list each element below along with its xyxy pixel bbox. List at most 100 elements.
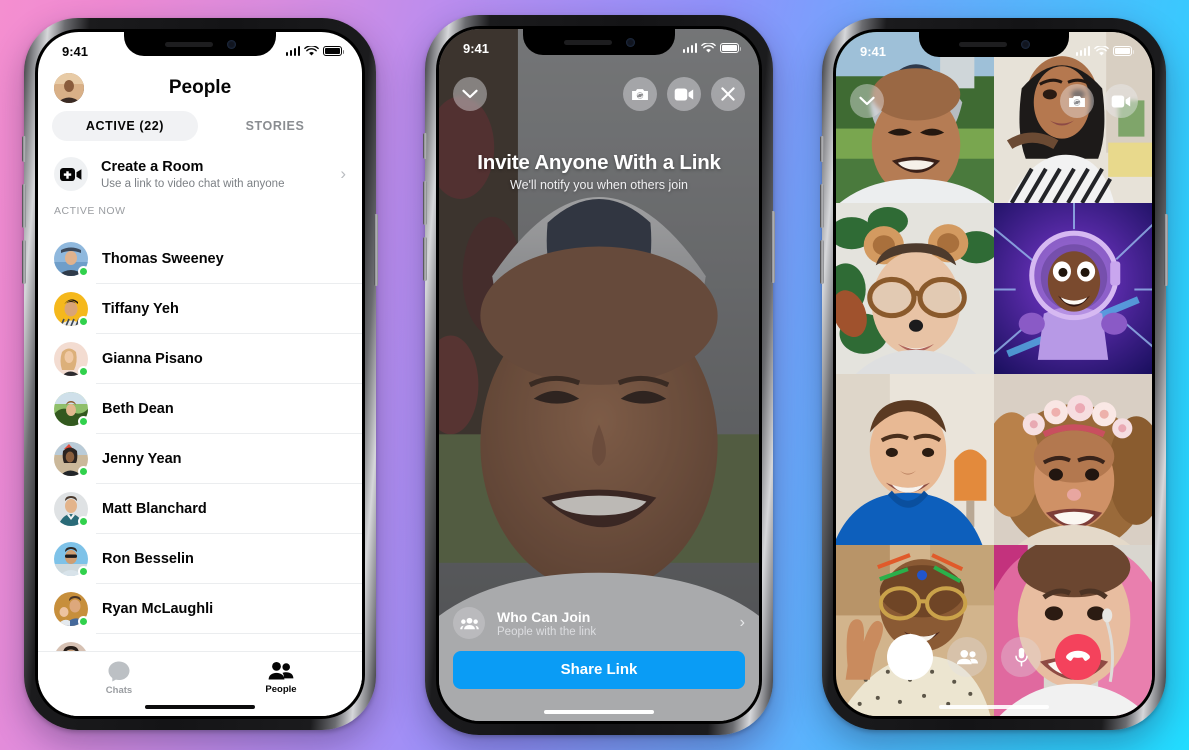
invite-bottom-panel: Who Can Join People with the link › Shar… (453, 607, 745, 689)
screen-left: 9:41 People ACTIVE (22) STORIES Create a… (38, 32, 362, 716)
home-indicator[interactable] (939, 704, 1049, 709)
avatar (54, 292, 89, 327)
online-status-dot (78, 316, 89, 327)
create-room-subtitle: Use a link to video chat with anyone (101, 177, 285, 190)
participant-tile[interactable] (836, 203, 994, 374)
participant-tile[interactable] (994, 545, 1152, 716)
participant-tile[interactable] (994, 374, 1152, 545)
list-item[interactable]: Beth Dean (38, 384, 362, 434)
home-indicator[interactable] (544, 709, 654, 714)
power-button[interactable] (1164, 214, 1168, 286)
tab-active[interactable]: ACTIVE (22) (52, 111, 198, 141)
contact-name: Tiffany Yeh (102, 301, 179, 317)
list-item[interactable]: Ryan McLaughli (38, 584, 362, 634)
chat-bubble-icon (108, 661, 130, 682)
tab-stories[interactable]: STORIES (202, 111, 348, 141)
status-bar-right: 9:41 (836, 32, 1152, 64)
avatar (54, 392, 89, 427)
participant-tile[interactable] (836, 374, 994, 545)
video-camera-icon[interactable] (1104, 84, 1138, 118)
phone-left: 9:41 People ACTIVE (22) STORIES Create a… (22, 18, 378, 730)
avatar (54, 342, 89, 377)
mute-switch[interactable] (22, 136, 26, 162)
participant-tile[interactable] (836, 545, 994, 716)
minimize-chevron-down-icon[interactable] (453, 77, 487, 111)
power-button[interactable] (374, 214, 378, 286)
create-room-row[interactable]: Create a Room Use a link to video chat w… (38, 149, 362, 203)
end-call-icon[interactable] (1055, 634, 1101, 680)
status-time: 9:41 (62, 43, 89, 59)
volume-down-button[interactable] (22, 240, 26, 284)
participant-tile[interactable] (994, 203, 1152, 374)
people-icon (268, 662, 294, 680)
flip-camera-icon[interactable] (623, 77, 657, 111)
invite-title: Invite Anyone With a Link (477, 151, 721, 174)
who-can-join-row[interactable]: Who Can Join People with the link › (453, 607, 745, 639)
list-item[interactable]: Thomas Sweeney (38, 234, 362, 284)
online-status-dot (78, 266, 89, 277)
camera-shutter-button[interactable] (887, 634, 933, 680)
contact-name: Matt Blanchard (102, 501, 207, 517)
call-top-controls (850, 84, 1138, 118)
volume-down-button[interactable] (423, 237, 427, 281)
video-camera-icon[interactable] (667, 77, 701, 111)
minimize-chevron-down-icon[interactable] (850, 84, 884, 118)
mute-switch[interactable] (423, 133, 427, 159)
avatar (54, 592, 89, 627)
screen-middle: 9:41 Invite Anyone With a Link We'll not… (439, 29, 759, 721)
phone-right: 9:41 (820, 18, 1168, 730)
tab-chats-label: Chats (105, 685, 133, 696)
who-can-join-subtitle: People with the link (497, 625, 597, 638)
wifi-icon (1094, 45, 1109, 56)
contact-name: Jenny Yean (102, 451, 182, 467)
list-item[interactable]: Tiffany Yeh (38, 284, 362, 334)
call-top-controls (453, 77, 745, 111)
online-status-dot (78, 516, 89, 527)
tab-people[interactable]: People (200, 652, 362, 704)
flip-camera-icon[interactable] (1060, 84, 1094, 118)
segment-tabs: ACTIVE (22) STORIES (38, 107, 362, 149)
online-status-dot (78, 566, 89, 577)
online-status-dot (78, 466, 89, 477)
wifi-icon (701, 42, 716, 53)
close-x-icon[interactable] (711, 77, 745, 111)
battery-full-icon (1113, 46, 1135, 56)
online-status-dot (78, 416, 89, 427)
invite-subtitle: We'll notify you when others join (510, 178, 688, 192)
status-bar-middle: 9:41 (439, 29, 759, 61)
add-people-icon[interactable] (947, 637, 987, 677)
contact-name: Ryan McLaughli (102, 601, 214, 617)
video-plus-icon (54, 157, 88, 191)
power-button[interactable] (771, 211, 775, 283)
list-item[interactable]: Gianna Pisano (38, 334, 362, 384)
volume-up-button[interactable] (423, 181, 427, 225)
contacts-list[interactable]: Thomas Sweeney Tiffany Yeh Gianna Pisano… (38, 234, 362, 716)
contact-name: Thomas Sweeney (102, 251, 224, 267)
battery-full-icon (720, 43, 742, 53)
volume-up-button[interactable] (22, 184, 26, 228)
list-item[interactable]: Ron Besselin (38, 534, 362, 584)
volume-down-button[interactable] (820, 240, 824, 284)
who-can-join-title: Who Can Join (497, 608, 591, 625)
phone-middle: 9:41 Invite Anyone With a Link We'll not… (423, 15, 775, 735)
mute-switch[interactable] (820, 136, 824, 162)
page-title: People (168, 77, 232, 98)
participant-grid (836, 32, 1152, 716)
list-item[interactable]: Jenny Yean (38, 434, 362, 484)
contact-name: Gianna Pisano (102, 351, 203, 367)
avatar (54, 542, 89, 577)
tab-chats[interactable]: Chats (38, 652, 200, 704)
home-indicator[interactable] (145, 704, 255, 709)
online-status-dot (78, 366, 89, 377)
group-people-icon (453, 607, 485, 639)
share-link-button[interactable]: Share Link (453, 651, 745, 689)
status-time: 9:41 (860, 43, 887, 59)
contact-name: Beth Dean (102, 401, 174, 417)
contact-name: Ron Besselin (102, 551, 194, 567)
avatar (54, 492, 89, 527)
microphone-icon[interactable] (1001, 637, 1041, 677)
volume-up-button[interactable] (820, 184, 824, 228)
tab-people-label: People (265, 684, 297, 695)
cellular-bars-icon (682, 43, 697, 53)
list-item[interactable]: Matt Blanchard (38, 484, 362, 534)
